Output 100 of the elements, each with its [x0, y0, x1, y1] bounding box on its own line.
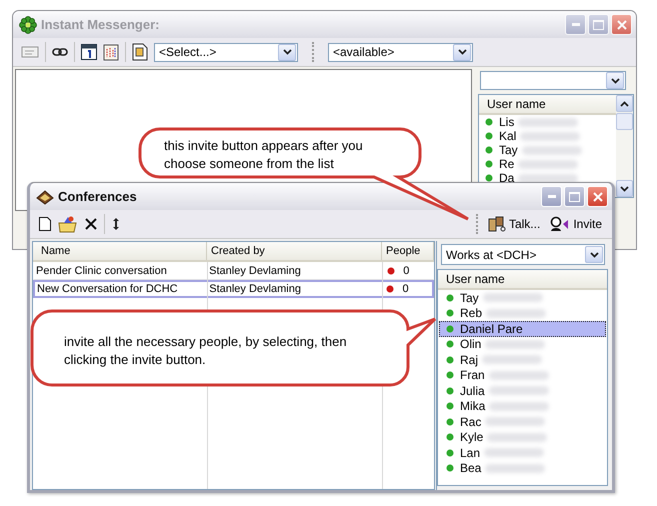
user-name: Julia	[460, 384, 485, 398]
user-name[interactable]: Da	[499, 171, 514, 185]
status-dot-icon	[446, 418, 454, 426]
table-cell-text: Stanley Devlaming	[208, 283, 302, 295]
user-name: Rac	[460, 414, 482, 429]
maximize-icon	[569, 192, 580, 202]
user-name: Mika	[460, 399, 486, 414]
close-button[interactable]	[611, 14, 632, 35]
user-row[interactable]: Raj	[439, 352, 606, 368]
status-dot-icon	[485, 132, 493, 140]
status-dot-icon	[386, 285, 394, 293]
user-name: Fran	[460, 368, 485, 382]
status-dot-icon	[485, 160, 493, 168]
conference-row[interactable]: New Conversation for DCHC Stanley Devlaming 0	[33, 280, 434, 298]
status-dot-icon	[446, 356, 454, 364]
status-dot-icon	[485, 118, 493, 126]
blurred-text	[522, 146, 582, 154]
flower-icon	[19, 16, 37, 34]
conference-row[interactable]: Pender Clinic conversation Stanley Devlaming 0	[33, 262, 434, 280]
chevron-up-icon	[620, 100, 629, 106]
person-invite-icon	[550, 216, 570, 232]
contact-dropdown[interactable]: <Select...>	[154, 42, 298, 62]
people-count: 0	[403, 265, 410, 277]
link-icon[interactable]	[52, 47, 68, 57]
people-count: 0	[402, 283, 409, 295]
column-header[interactable]: Name	[33, 242, 207, 260]
status-dot-icon	[446, 464, 454, 472]
status-dot-icon	[446, 433, 454, 442]
user-row[interactable]: Lan	[439, 445, 606, 460]
chevron-down-icon	[620, 186, 629, 192]
blurred-text	[487, 432, 548, 442]
column-header[interactable]: Created by	[207, 242, 382, 260]
user-row[interactable]: Olin	[439, 336, 606, 352]
column-header[interactable]: People	[382, 242, 434, 260]
talk-button[interactable]: Talk...	[486, 216, 542, 232]
user-row[interactable]: Bea	[439, 460, 606, 476]
blurred-text	[518, 160, 578, 168]
user-row[interactable]: Fran	[439, 368, 606, 383]
chevron-down-icon	[458, 49, 466, 55]
blurred-text	[520, 132, 580, 140]
status-dot-icon	[446, 340, 454, 348]
user-name: Olin	[460, 337, 482, 352]
user-name: Tay	[460, 290, 479, 305]
blurred-text	[489, 402, 550, 411]
minimize-icon	[572, 23, 580, 26]
message-icon[interactable]	[21, 45, 39, 59]
callout-text: this invite button appears after you choose someone from the list	[164, 137, 364, 173]
window-title: Instant Messenger:	[41, 17, 160, 32]
folder-icon[interactable]	[58, 216, 78, 232]
close-button[interactable]	[587, 186, 608, 207]
status-dot-icon	[387, 267, 396, 275]
maximize-button[interactable]	[564, 186, 585, 207]
scrollbar-thumb[interactable]	[616, 113, 633, 130]
scrollbar[interactable]	[616, 95, 633, 197]
user-row[interactable]: Reb	[439, 306, 606, 321]
group-dropdown[interactable]	[480, 71, 626, 90]
calendar-icon[interactable]	[81, 44, 97, 60]
blurred-text	[488, 386, 549, 396]
invite-button[interactable]: Invite	[548, 216, 604, 232]
user-name: Raj	[460, 352, 478, 367]
blurred-text	[485, 417, 546, 426]
user-name: Daniel Pare	[460, 322, 523, 336]
user-row[interactable]: Rac	[439, 414, 606, 430]
status-dot-icon	[446, 386, 454, 395]
filter-dropdown[interactable]: Works at <DCH>	[441, 244, 605, 265]
blurred-text	[484, 448, 544, 458]
user-name[interactable]: Re	[499, 157, 514, 171]
status-dot-icon	[485, 174, 493, 182]
status-dropdown[interactable]: <available>	[328, 42, 473, 62]
chevron-down-icon	[590, 252, 598, 258]
user-name: Bea	[460, 461, 482, 476]
user-name: Lan	[460, 446, 480, 460]
user-name[interactable]: Lis	[499, 115, 514, 129]
close-icon	[592, 192, 602, 202]
window-title: Conferences	[58, 189, 137, 204]
new-document-icon[interactable]	[38, 216, 52, 232]
user-name: Reb	[460, 306, 482, 320]
user-row[interactable]: Kyle	[439, 430, 606, 445]
blurred-text	[486, 308, 546, 318]
minimize-button[interactable]	[541, 186, 562, 207]
column-header[interactable]: User name	[479, 95, 616, 115]
document-icon[interactable]	[132, 43, 148, 61]
status-dot-icon	[446, 448, 454, 457]
blurred-text	[482, 293, 543, 302]
user-row[interactable]: Mika	[439, 398, 606, 414]
delete-icon[interactable]	[84, 217, 98, 231]
user-name: Kyle	[460, 430, 484, 444]
maximize-icon	[593, 20, 604, 30]
user-name[interactable]: Tay	[499, 143, 518, 157]
callout-text: invite all the necessary people, by selecting, then clicking the invite button.	[64, 333, 348, 369]
status-dot-icon	[446, 294, 454, 302]
user-name[interactable]: Kal	[499, 129, 516, 143]
status-dot-icon	[446, 309, 454, 318]
user-row[interactable]: Tay	[439, 290, 606, 306]
blurred-text	[518, 118, 578, 126]
user-row[interactable]: Daniel Pare	[439, 321, 606, 336]
user-row[interactable]: Julia	[439, 383, 606, 398]
column-header[interactable]: User name	[438, 270, 607, 290]
close-icon	[616, 20, 626, 30]
chevron-down-icon	[610, 78, 620, 84]
